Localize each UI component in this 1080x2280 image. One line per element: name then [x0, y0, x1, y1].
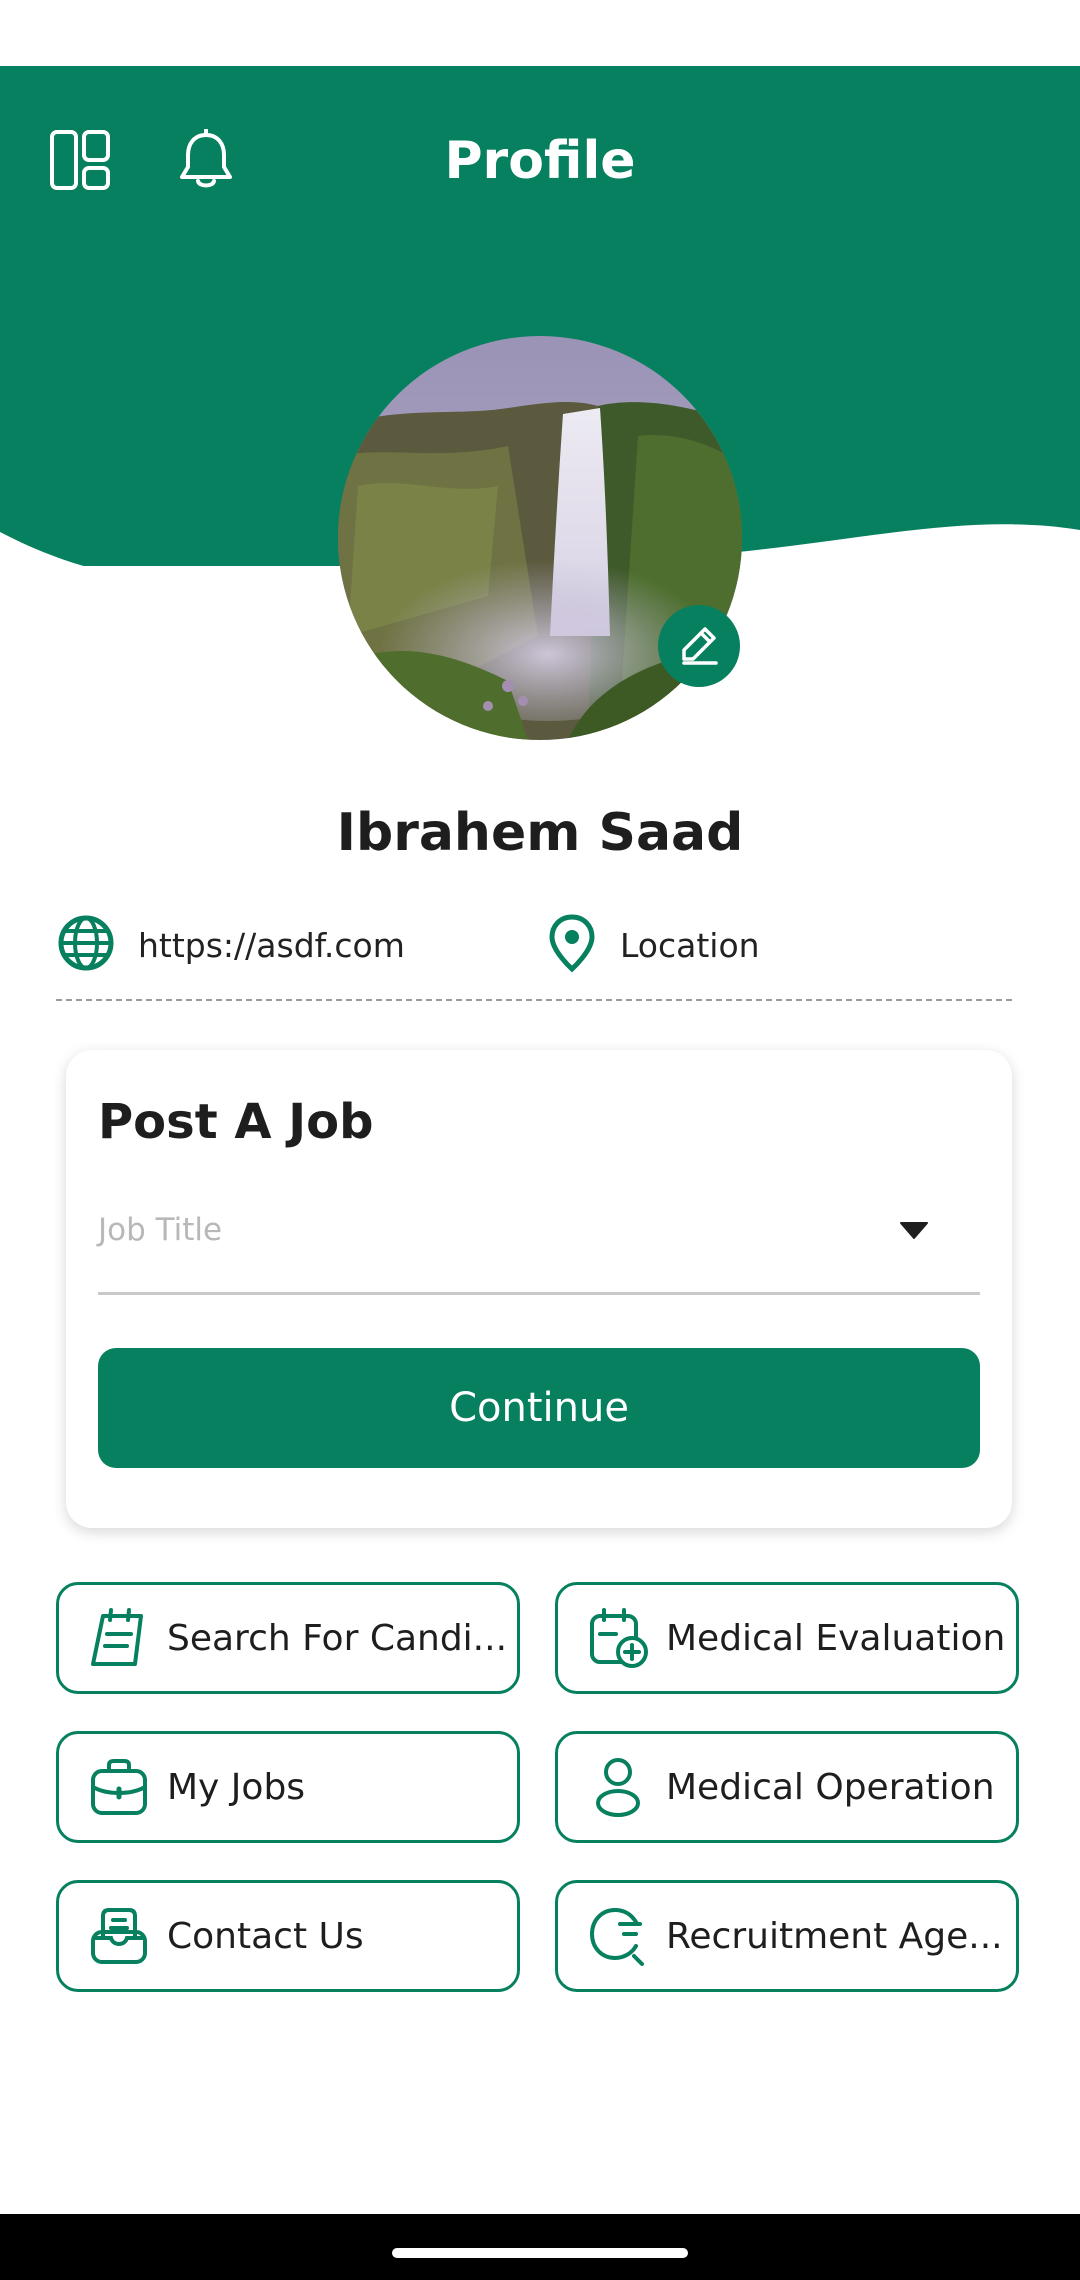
- location-text: Location: [620, 925, 760, 965]
- continue-button[interactable]: Continue: [98, 1348, 980, 1468]
- contact-us-button[interactable]: Contact Us: [56, 1880, 520, 1992]
- calendar-medical-icon: [586, 1606, 650, 1670]
- job-title-dropdown[interactable]: Job Title: [98, 1200, 980, 1295]
- job-title-placeholder: Job Title: [98, 1212, 223, 1248]
- action-label: Search For Candi...: [167, 1617, 508, 1659]
- globe-icon: [56, 913, 116, 977]
- medical-evaluation-button[interactable]: Medical Evaluation: [555, 1582, 1019, 1694]
- status-bar: [0, 0, 1080, 66]
- map-pin-icon: [546, 913, 598, 977]
- action-label: My Jobs: [167, 1766, 306, 1808]
- user-name: Ibrahem Saad: [336, 803, 744, 863]
- divider: [56, 999, 1012, 1001]
- action-label: Contact Us: [167, 1915, 364, 1957]
- website-link[interactable]: https://asdf.com: [56, 912, 516, 978]
- page-title: Profile: [444, 131, 636, 191]
- action-label: Medical Evaluation: [666, 1617, 1006, 1659]
- search-candidates-button[interactable]: Search For Candi...: [56, 1582, 520, 1694]
- post-job-card: Post A Job Job Title Continue: [66, 1050, 1012, 1528]
- my-jobs-button[interactable]: My Jobs: [56, 1731, 520, 1843]
- inbox-icon: [87, 1904, 151, 1968]
- dashboard-icon[interactable]: [40, 120, 120, 200]
- briefcase-icon: [87, 1755, 151, 1819]
- person-icon: [586, 1755, 650, 1819]
- location-link[interactable]: Location: [546, 912, 1006, 978]
- edit-avatar-button[interactable]: [658, 605, 740, 687]
- website-text: https://asdf.com: [138, 925, 405, 965]
- calendar-note-icon: [87, 1606, 151, 1670]
- home-indicator[interactable]: [392, 2248, 688, 2258]
- bell-icon[interactable]: [166, 120, 246, 200]
- action-label: Recruitment Age...: [666, 1915, 1003, 1957]
- pencil-icon: [678, 623, 720, 669]
- medical-operation-button[interactable]: Medical Operation: [555, 1731, 1019, 1843]
- post-job-title: Post A Job: [98, 1094, 374, 1150]
- search-list-icon: [586, 1904, 650, 1968]
- recruitment-agencies-button[interactable]: Recruitment Age...: [555, 1880, 1019, 1992]
- action-label: Medical Operation: [666, 1766, 995, 1808]
- dropdown-arrow-icon: [898, 1218, 930, 1242]
- navigation-bar: [0, 2214, 1080, 2280]
